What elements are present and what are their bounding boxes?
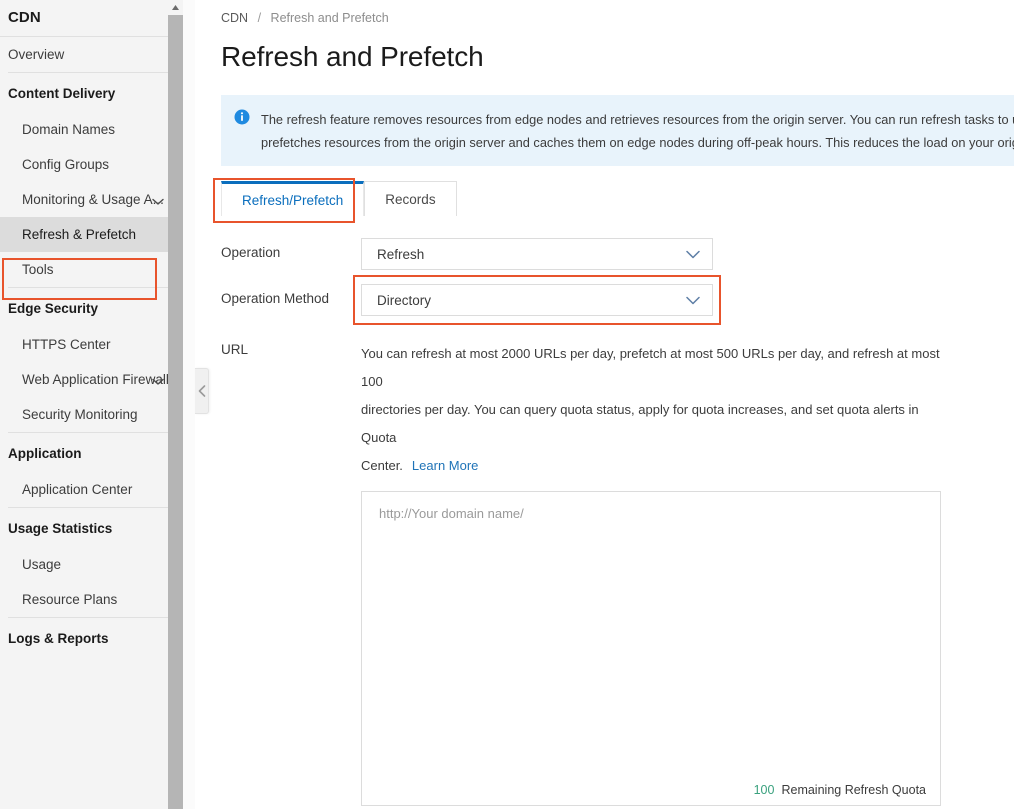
app-root: CDN Overview Content Delivery Domain Names C… <box>0 0 1014 809</box>
url-field: You can refresh at most 2000 URLs per da… <box>361 340 1014 809</box>
sidebar-item-label: HTTPS Center <box>22 337 111 352</box>
sidebar-group-header: Edge Security <box>8 301 99 316</box>
operation-method-select-value: Directory <box>377 292 432 308</box>
page-title: Refresh and Prefetch <box>221 41 484 72</box>
sidebar-group-header: Application <box>8 446 82 461</box>
operation-method-field: Directory <box>353 275 1014 325</box>
sidebar-item-label: Monitoring & Usage A... <box>22 192 164 207</box>
sidebar-item-security-monitoring[interactable]: Security Monitoring <box>0 397 178 432</box>
url-label: URL <box>221 342 249 357</box>
sidebar-item-label: Config Groups <box>22 157 110 172</box>
operation-label: Operation <box>221 245 281 260</box>
url-description-line-1: You can refresh at most 2000 URLs per da… <box>361 346 940 389</box>
info-banner-line-2: prefetches resources from the origin ser… <box>261 135 1014 150</box>
sidebar-item-monitoring-usage-a[interactable]: Monitoring & Usage A... <box>0 182 178 217</box>
operation-select-value: Refresh <box>377 246 425 262</box>
main-content: CDN / Refresh and Prefetch Refresh and P… <box>195 0 1014 809</box>
sidebar-item-web-application-firewall[interactable]: Web Application Firewall <box>0 362 178 397</box>
sidebar-item-domain-names[interactable]: Domain Names <box>0 112 178 147</box>
url-description-line-2: directories per day. You can query quota… <box>361 402 919 445</box>
sidebar-item-overview[interactable]: Overview <box>0 37 178 72</box>
sidebar-scrollbar[interactable] <box>168 0 183 809</box>
info-banner-line-1: The refresh feature removes resources fr… <box>261 112 1014 127</box>
operation-row: Operation Refresh <box>221 238 1014 270</box>
info-icon <box>234 109 250 130</box>
sidebar-item-https-center[interactable]: HTTPS Center <box>0 327 178 362</box>
url-textarea-wrapper[interactable]: http://Your domain name/ 100 Remaining Re… <box>361 491 941 806</box>
sidebar-content: CDN Overview Content Delivery Domain Names C… <box>0 0 178 809</box>
sidebar-item-label: Application Center <box>22 482 133 497</box>
sidebar-item-usage[interactable]: Usage <box>0 547 178 582</box>
breadcrumb-separator: / <box>257 11 262 25</box>
info-banner-text: The refresh feature removes resources fr… <box>261 108 1014 154</box>
info-banner: The refresh feature removes resources fr… <box>221 95 1014 166</box>
operation-method-row: Operation Method Directory <box>221 275 1014 325</box>
tab-label: Refresh/Prefetch <box>242 192 344 208</box>
sidebar-item-label: Usage <box>22 557 62 572</box>
sidebar-item-tools[interactable]: Tools <box>0 252 178 287</box>
breadcrumb-current: Refresh and Prefetch <box>270 11 389 25</box>
operation-select[interactable]: Refresh <box>361 238 713 270</box>
tab-label: Records <box>385 191 436 207</box>
tab-refresh-prefetch[interactable]: Refresh/Prefetch <box>221 181 365 216</box>
url-description: You can refresh at most 2000 URLs per da… <box>361 340 941 480</box>
sidebar-right-gutter <box>183 0 195 809</box>
url-description-line-3: Center. <box>361 458 403 473</box>
sidebar-item-label: Refresh & Prefetch <box>22 227 137 242</box>
breadcrumb: CDN / Refresh and Prefetch <box>221 0 1014 25</box>
operation-field: Refresh <box>361 238 1014 270</box>
sidebar-item-resource-plans[interactable]: Resource Plans <box>0 582 178 617</box>
sidebar-item-label: Tools <box>22 262 54 277</box>
operation-method-select[interactable]: Directory <box>361 284 713 316</box>
sidebar-item-label: Domain Names <box>22 122 116 137</box>
chevron-down-icon <box>152 194 164 206</box>
sidebar-item-label: Web Application Firewall <box>22 372 169 387</box>
sidebar-item-label: Security Monitoring <box>22 407 138 422</box>
remaining-quota: 100 Remaining Refresh Quota <box>754 783 926 797</box>
url-row: URL You can refresh at most 2000 URLs pe… <box>221 340 1014 809</box>
tab-records[interactable]: Records <box>364 181 457 216</box>
breadcrumb-root[interactable]: CDN <box>221 11 248 25</box>
sidebar-group-header: Content Delivery <box>8 86 116 101</box>
sidebar-item-config-groups[interactable]: Config Groups <box>0 147 178 182</box>
sidebar-title: CDN <box>8 9 41 26</box>
scrollbar-thumb[interactable] <box>168 15 183 809</box>
chevron-down-icon <box>686 250 700 259</box>
chevron-down-icon <box>686 296 700 305</box>
sidebar-group-header: Logs & Reports <box>8 631 109 646</box>
scroll-up-arrow-icon[interactable] <box>168 0 183 15</box>
sidebar-item-refresh-prefetch[interactable]: Refresh & Prefetch <box>0 217 178 252</box>
sidebar-item-application-center[interactable]: Application Center <box>0 472 178 507</box>
url-textarea-placeholder: http://Your domain name/ <box>379 506 524 521</box>
sidebar-item-label: Resource Plans <box>22 592 118 607</box>
learn-more-link[interactable]: Learn More <box>412 458 478 473</box>
chevron-left-icon <box>198 385 206 397</box>
operation-method-label: Operation Method <box>221 291 330 306</box>
chevron-down-icon <box>152 374 164 386</box>
tab-bar: Refresh/Prefetch Records <box>213 178 1014 223</box>
sidebar-collapse-handle[interactable] <box>195 368 209 414</box>
remaining-quota-label: Remaining Refresh Quota <box>781 783 926 797</box>
remaining-quota-number: 100 <box>753 783 775 797</box>
refresh-prefetch-form: Operation Refresh Operation Method Direc… <box>221 238 1014 809</box>
sidebar-item-label: Overview <box>8 47 65 62</box>
sidebar: CDN Overview Content Delivery Domain Names C… <box>0 0 195 809</box>
sidebar-group-header: Usage Statistics <box>8 521 113 536</box>
